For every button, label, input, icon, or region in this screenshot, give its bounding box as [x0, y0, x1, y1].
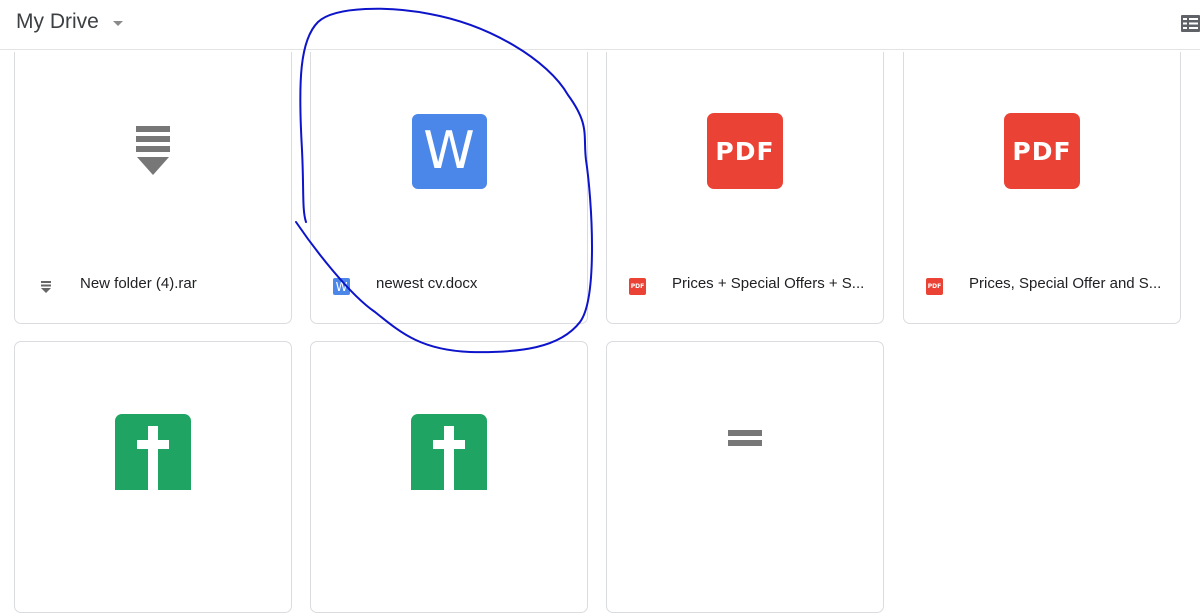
file-name: Prices, Special Offer and S...	[969, 275, 1162, 292]
file-card-footer: PDF Prices, Special Offer and S...	[904, 250, 1180, 323]
pdf-small-icon-wrap: PDF	[629, 278, 646, 295]
spreadsheet-icon	[115, 414, 191, 490]
file-name: Prices + Special Offers + S...	[672, 275, 865, 292]
file-card-pdf-1[interactable]: PDF PDF Prices + Special Offers + S...	[606, 52, 884, 324]
file-card-rar-2[interactable]	[606, 341, 884, 613]
file-thumbnail	[607, 342, 883, 540]
caret-down-icon	[112, 20, 123, 26]
pdf-small-icon-wrap: PDF	[926, 278, 943, 295]
file-thumbnail: PDF	[607, 52, 883, 250]
pdf-icon: PDF	[707, 113, 783, 189]
page-title: My Drive	[16, 10, 99, 33]
word-small-icon-wrap: W	[333, 278, 350, 295]
list-view-toggle-button[interactable]	[1181, 15, 1200, 32]
archive-icon	[136, 126, 170, 175]
file-thumbnail: W	[311, 52, 587, 250]
file-name: New folder (4).rar	[80, 275, 197, 292]
archive-icon	[728, 430, 762, 446]
pdf-small-icon: PDF	[629, 278, 646, 295]
list-view-icon	[1181, 15, 1200, 32]
pdf-small-icon: PDF	[926, 278, 943, 295]
spreadsheet-icon	[411, 414, 487, 490]
my-drive-dropdown[interactable]: My Drive	[16, 10, 123, 34]
file-card-rar[interactable]: New folder (4).rar	[14, 52, 292, 324]
word-doc-icon: W	[411, 113, 487, 189]
file-card-pdf-2[interactable]: PDF PDF Prices, Special Offer and S...	[903, 52, 1181, 324]
file-card-sheet-1[interactable]	[14, 341, 292, 613]
file-thumbnail	[311, 342, 587, 540]
word-small-icon: W	[333, 278, 350, 295]
file-card-sheet-2[interactable]	[310, 341, 588, 613]
file-thumbnail	[15, 52, 291, 250]
top-bar: My Drive	[0, 0, 1200, 50]
file-card-footer: New folder (4).rar	[15, 250, 291, 323]
file-thumbnail	[15, 342, 291, 540]
file-card-footer: PDF Prices + Special Offers + S...	[607, 250, 883, 323]
file-card-docx[interactable]: W W newest cv.docx	[310, 52, 588, 324]
file-card-footer: W newest cv.docx	[311, 250, 587, 323]
pdf-icon: PDF	[1004, 113, 1080, 189]
archive-small-icon	[37, 278, 54, 295]
file-thumbnail: PDF	[904, 52, 1180, 250]
file-name: newest cv.docx	[376, 275, 478, 292]
